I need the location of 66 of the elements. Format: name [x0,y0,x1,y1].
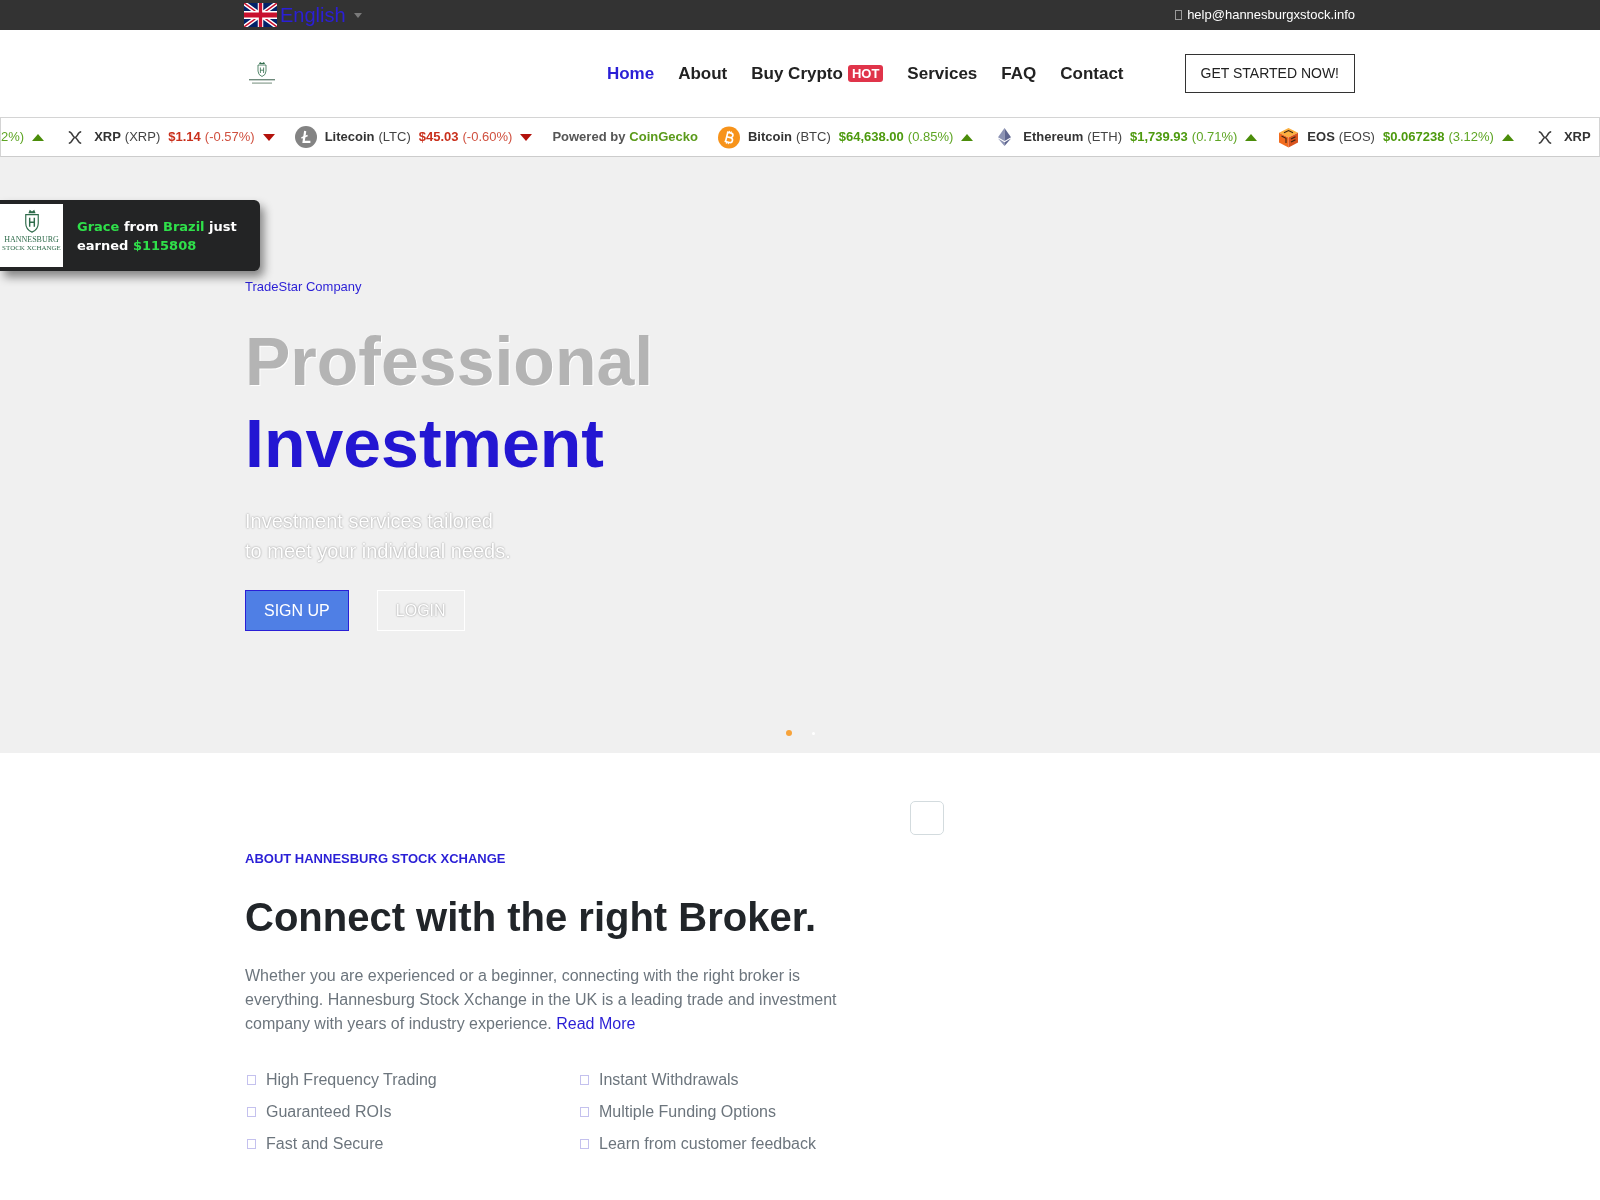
coin-name: XRP [94,129,121,145]
nav-link[interactable]: About [678,63,728,84]
brand-logo[interactable] [247,61,277,86]
square-outline-icon [247,1107,256,1117]
diamond-icon [997,128,1011,146]
coin-price: $45.03 [418,129,459,145]
section-heading: Connect with the right Broker. [245,894,818,941]
feature-item: Instant Withdrawals [599,1070,739,1090]
notification-text: Grace from Brazil just earned $115808 [77,217,238,255]
coin-price: $1,739.93 [1129,129,1188,145]
square-outline-icon [247,1075,256,1085]
coin-name: EOS [1307,129,1335,145]
coin-symbol: (XRP) [124,129,161,145]
hero-title-line: Investment [245,404,605,483]
primary-button[interactable]: SIGN UP [245,590,349,631]
feature-item: Fast and Secure [266,1134,384,1154]
coin-icon [294,126,317,148]
square-outline-icon [247,1139,256,1149]
email-link[interactable]: help@hannesburgxstock.info [1187,7,1355,23]
x-mark-icon [1537,130,1552,144]
coin-name: Ethereum [1023,129,1084,145]
caret-icon[interactable] [353,12,362,18]
rectangle-outline-icon [1175,10,1183,20]
get-started-button[interactable]: GET STARTED NOW! [1184,54,1355,93]
coin-change: (0.85%) [907,129,954,145]
coin-symbol: (BTC) [796,129,831,145]
square-outline-icon [580,1139,589,1149]
coin-price: $0.067238 [1382,129,1445,145]
hero-title-line: Professional [245,322,655,401]
coin-price: $64,638.00 [838,129,904,145]
x-mark-icon [68,130,83,144]
nav-link[interactable]: Services [907,63,978,84]
square-outline-icon [580,1107,589,1117]
read-more-link[interactable]: Read More [556,1015,636,1032]
credit-link[interactable]: CoinGecko [629,129,698,145]
nav-link[interactable]: Buy Crypto HOT [751,63,884,84]
feature-item: Guaranteed ROIs [266,1102,392,1122]
feature-item: Multiple Funding Options [599,1102,776,1122]
coin-change: (3.12%) [1448,129,1494,145]
nav-link[interactable]: FAQ [1001,63,1037,84]
flag-icon [244,3,277,27]
coin-name: Bitcoin [748,129,793,145]
about-paragraph: Whether you are experienced or a beginner, connecting with the right broker is everything. Hannesburg Stock Xchange in the UK is a leading trade and investment company with years of industry experience. Read More [245,966,838,1034]
nav-link[interactable]: Contact [1060,63,1124,84]
slide-dot[interactable] [785,730,792,736]
coin-change: (-0.60%) [462,129,513,145]
powered-by-text: Powered by [552,129,626,145]
coin-icon [718,125,740,149]
hero-tagline: TradeStar Company [245,279,363,294]
tag-badge: HOT [847,65,884,82]
coin-symbol: (ETH) [1087,129,1122,145]
nav-link[interactable]: Home [606,63,655,84]
feature-item: High Frequency Trading [266,1070,437,1090]
coin-symbol: (LTC) [378,129,411,145]
section-label: ABOUT HANNESBURG STOCK XCHANGE [245,851,507,866]
coin-name: XRP [1563,129,1591,145]
cube-icon [1277,126,1299,148]
coin-change: 2%) [1,129,25,145]
feature-item: Learn from customer feedback [599,1134,816,1154]
rounded-square-icon [910,801,944,835]
coin-symbol: (EOS) [1338,129,1375,145]
coin-change: (-0.57%) [204,129,255,145]
coin-price: $1.14 [168,129,201,145]
square-outline-icon [580,1075,589,1085]
coin-change: (0.71%) [1191,129,1238,145]
coin-name: Litecoin [324,129,375,145]
